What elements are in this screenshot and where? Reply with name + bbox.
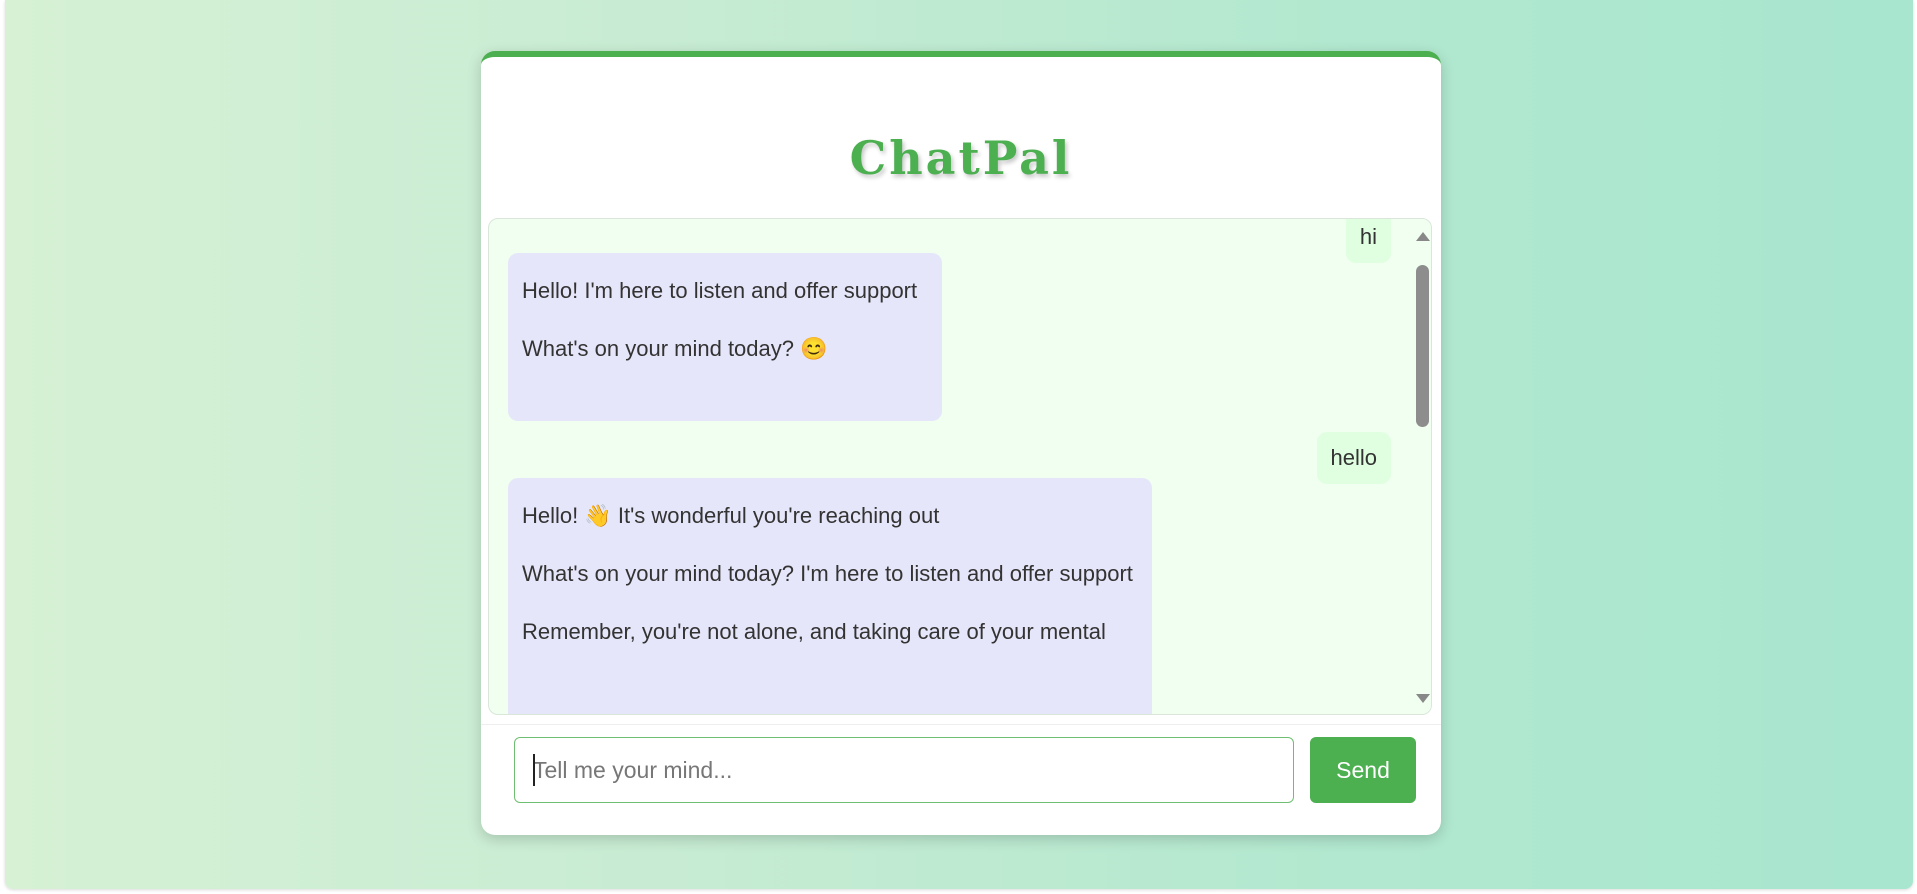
bot-message-paragraph: Hello! I'm here to listen and offer supp… [522,278,918,303]
scroll-up-arrow-icon[interactable] [1416,232,1430,241]
user-message: hello [1316,432,1391,484]
send-button[interactable]: Send [1310,737,1416,803]
bot-message: Hello! I'm here to listen and offer supp… [508,253,942,421]
bot-message-paragraph: Remember, you're not alone, and taking c… [522,619,1106,644]
chat-messages-container[interactable]: hi Hello! I'm here to listen and offer s… [488,218,1432,715]
bot-message-paragraph: What's on your mind today? 😊 [522,336,828,361]
user-message-text: hello [1330,445,1377,470]
app-title: ChatPal [849,131,1073,185]
text-caret [533,754,535,786]
chat-scrollbar[interactable] [1411,219,1431,714]
bot-message-paragraph: Hello! 👋 It's wonderful you're reaching … [522,503,940,528]
user-message: hi [1345,219,1391,263]
bot-message-paragraph: What's on your mind today? I'm here to l… [522,561,1133,586]
scrollbar-thumb[interactable] [1416,265,1429,427]
composer-area: Send [481,724,1441,835]
bot-message: Hello! 👋 It's wonderful you're reaching … [508,478,1152,714]
page-background: ChatPal hi Hello! I'm here to listen and… [5,0,1913,889]
user-message-text: hi [1359,224,1377,249]
chat-card: ChatPal hi Hello! I'm here to listen and… [481,51,1441,835]
message-input[interactable] [514,737,1294,803]
scroll-down-arrow-icon[interactable] [1416,694,1430,703]
